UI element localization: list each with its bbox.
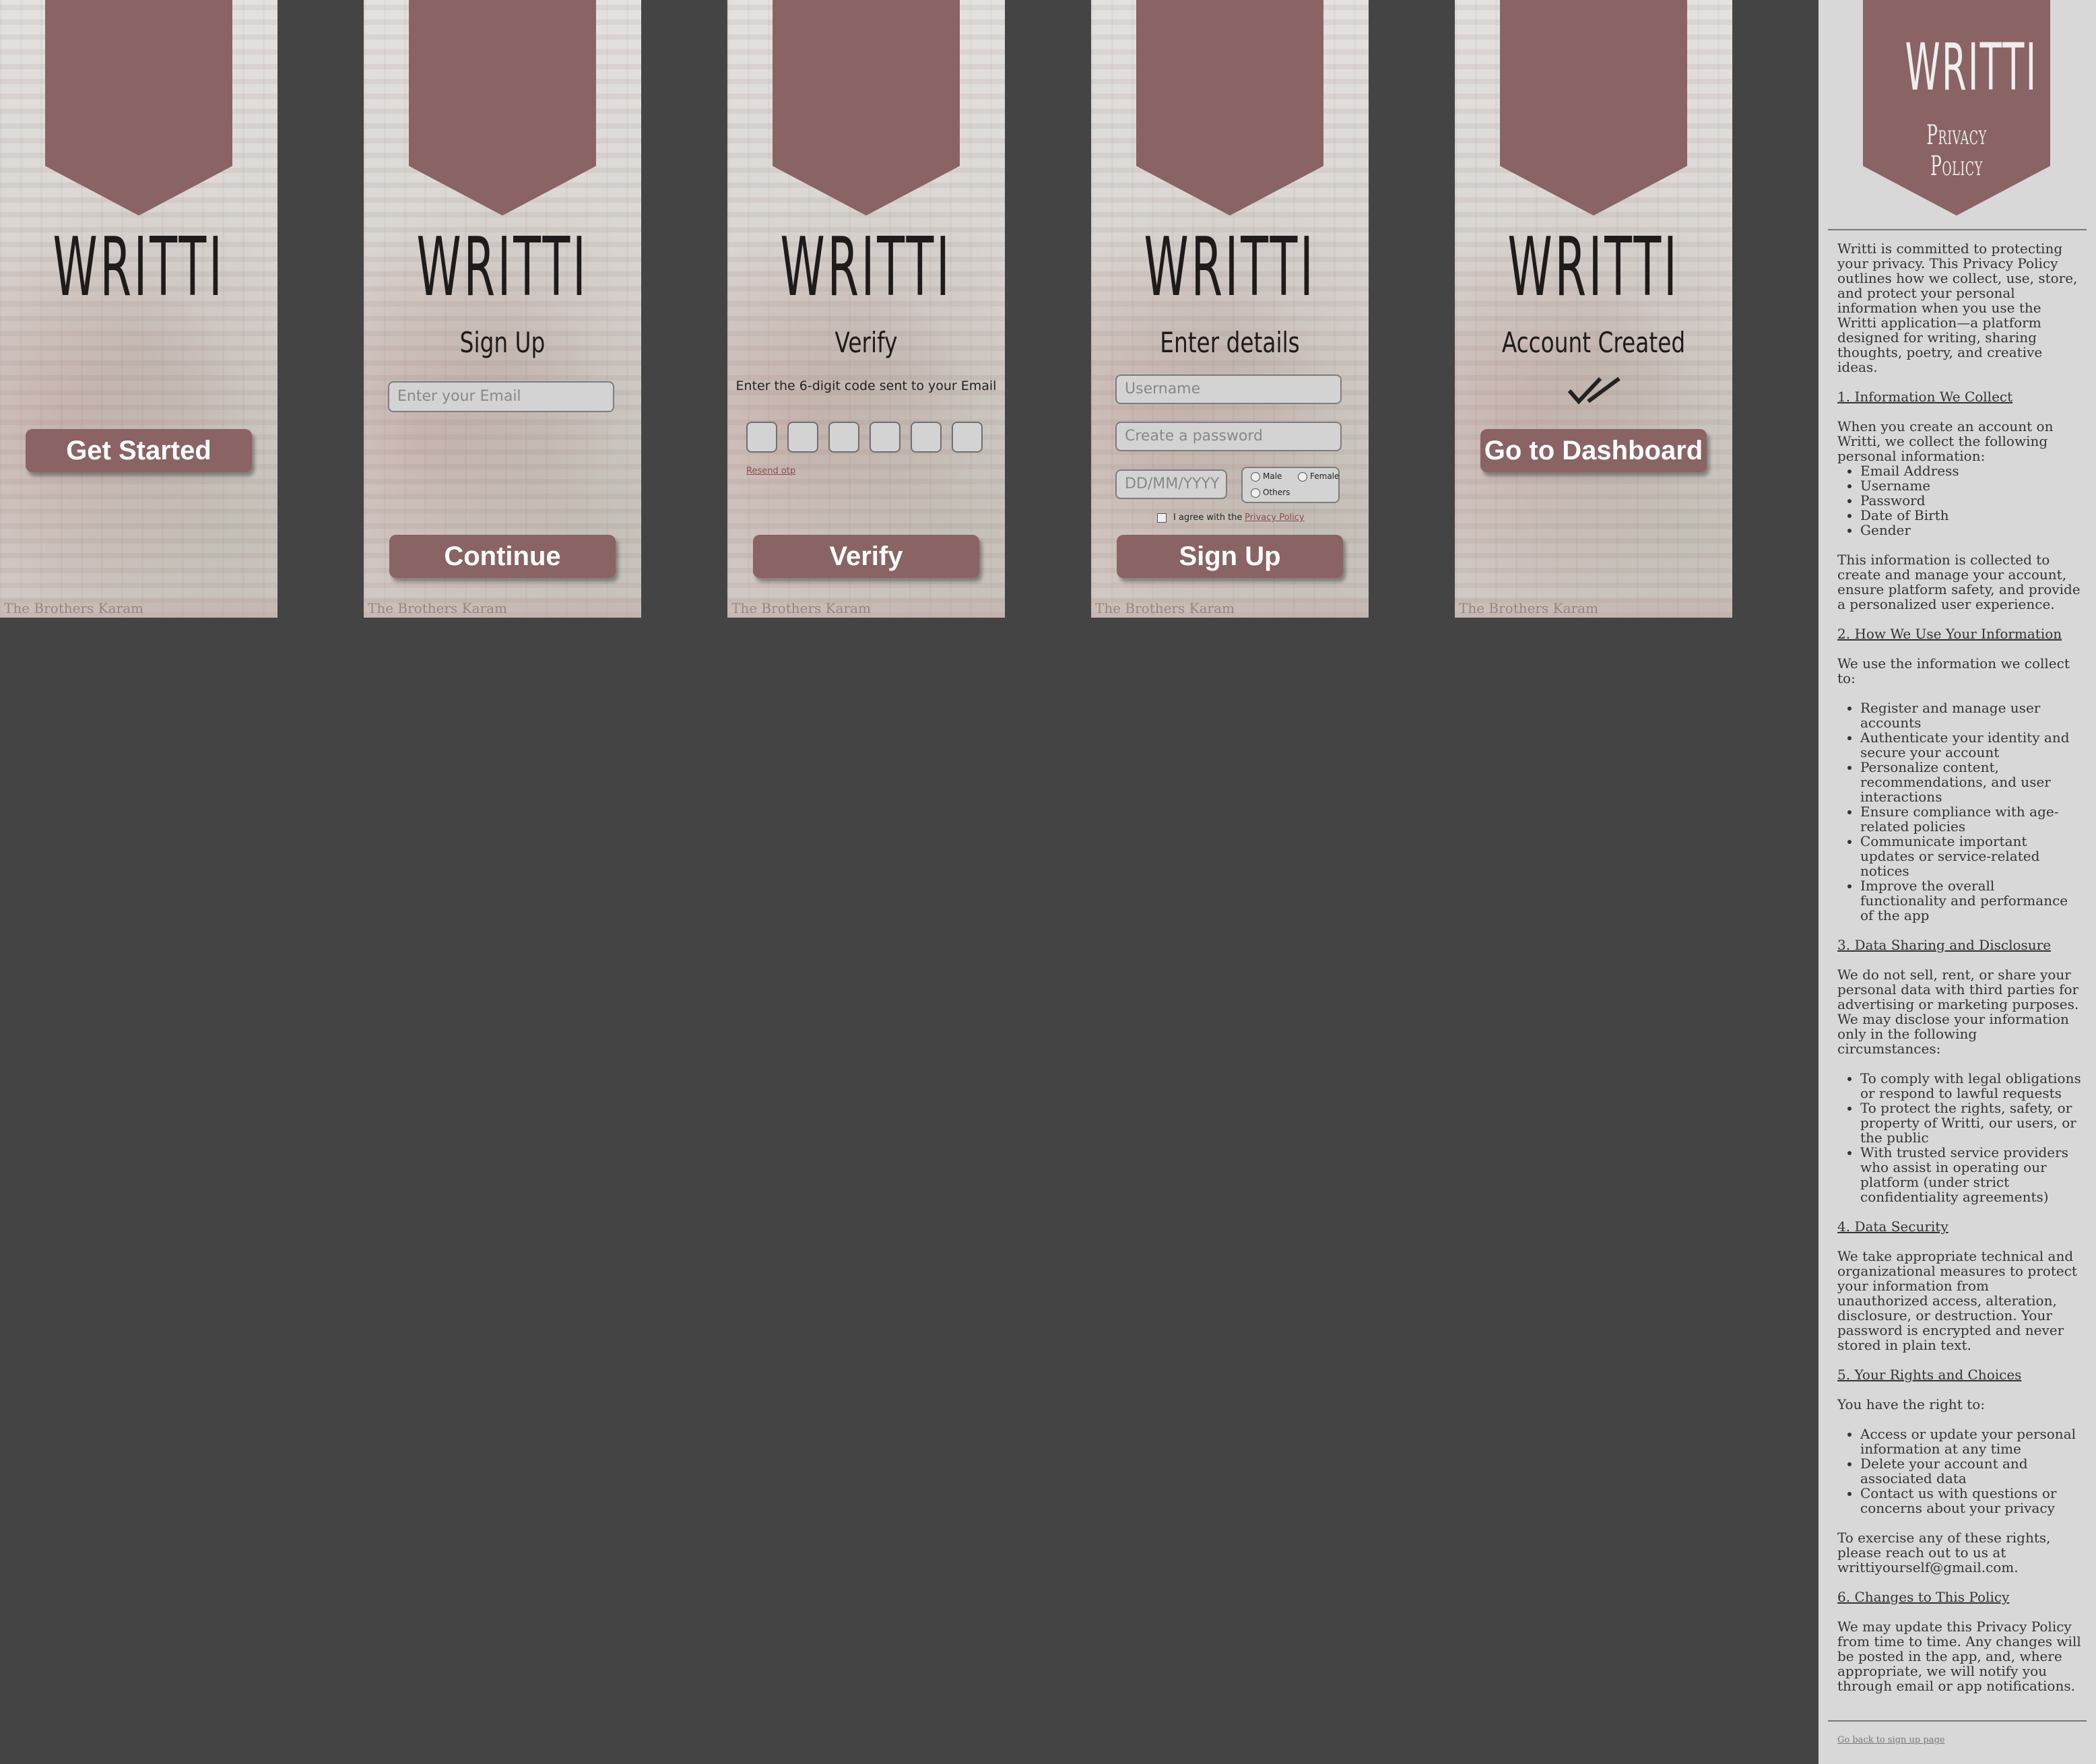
resend-otp-link[interactable]: Resend otp [746,466,795,476]
divider-top [1828,229,2087,230]
otp-digit-6[interactable] [952,422,983,453]
app-logo: WRITTI [1144,221,1316,315]
page-title: Verify [834,326,898,359]
section-text: We take appropriate technical and organi… [1837,1248,2077,1353]
list-item: Improve the overall functionality and pe… [1860,878,2081,923]
email-input[interactable]: Enter your Email [388,381,614,412]
radio-others[interactable] [1251,488,1260,498]
privacy-subtitle: Privacy Policy [1926,120,1987,182]
list-item: Date of Birth [1860,508,2081,523]
privacy-content: Writti is committed to protecting your p… [1837,241,2081,1708]
page-title: Account Created [1501,326,1686,359]
otp-digit-2[interactable] [787,422,818,453]
app-logo: WRITTI [416,221,589,315]
list-item: Contact us with questions or concerns ab… [1860,1486,2081,1515]
account-created-screen: The Brothers Karam WRITTI Account Create… [1455,0,1732,618]
section-heading: 5. Your Rights and Choices [1837,1367,2022,1383]
list-item: To protect the rights, safety, or proper… [1860,1101,2081,1145]
signup-screen: The Brothers Karam WRITTI Sign Up Enter … [364,0,641,618]
sharing-list: To comply with legal obligations or resp… [1837,1071,2081,1204]
list-item: Communicate important updates or service… [1860,834,2081,878]
rights-list: Access or update your personal informati… [1837,1427,2081,1515]
radio-female[interactable] [1298,472,1307,482]
gender-selector: Male Female Others [1241,467,1340,503]
password-input[interactable]: Create a password [1115,422,1342,451]
background-caption: The Brothers Karam [1091,599,1369,618]
background-caption: The Brothers Karam [0,599,277,618]
agree-checkbox[interactable] [1157,513,1167,523]
list-item: Username [1860,478,2081,493]
verify-button[interactable]: Verify [753,535,979,578]
app-logo: WRITTI [780,221,952,315]
list-item: Password [1860,493,2081,508]
username-input[interactable]: Username [1115,374,1342,404]
details-screen: The Brothers Karam WRITTI Enter details … [1091,0,1369,618]
section-heading: 4. Data Security [1837,1218,1948,1235]
list-item: With trusted service providers who assis… [1860,1145,2081,1204]
agree-text: I agree with the [1173,513,1243,523]
otp-digit-3[interactable] [828,422,859,453]
otp-digit-1[interactable] [746,422,777,453]
page-title: Enter details [1160,326,1300,359]
background-caption: The Brothers Karam [364,599,641,618]
radio-male-label: Male [1263,471,1282,481]
double-check-icon [1567,377,1620,405]
background-caption: The Brothers Karam [727,599,1005,618]
list-item: Personalize content, recommendations, an… [1860,760,2081,804]
list-item: Delete your account and associated data [1860,1456,2081,1486]
section-text: This information is collected to create … [1837,552,2081,612]
otp-instruction: Enter the 6-digit code sent to your Emai… [735,379,997,393]
list-item: Authenticate your identity and secure yo… [1860,730,2081,760]
sign-up-button[interactable]: Sign Up [1117,535,1343,578]
continue-button[interactable]: Continue [389,535,616,578]
intro-text: Writti is committed to protecting your p… [1837,240,2078,375]
privacy-logo: WRITTI [1905,30,2038,105]
radio-others-label: Others [1263,488,1290,497]
list-item: Access or update your personal informati… [1860,1427,2081,1456]
privacy-policy-panel: WRITTI Privacy Policy Writti is committe… [1819,0,2096,1764]
list-item: Gender [1860,523,2081,537]
use-list: Register and manage user accounts Authen… [1837,700,2081,923]
app-logo: WRITTI [53,221,225,315]
section-heading: 1. Information We Collect [1837,389,2013,405]
verify-screen: The Brothers Karam WRITTI Verify Enter t… [727,0,1005,618]
section-heading: 3. Data Sharing and Disclosure [1837,937,2052,953]
list-item: Email Address [1860,463,2081,478]
welcome-screen: The Brothers Karam WRITTI Get Started [0,0,277,618]
go-to-dashboard-button[interactable]: Go to Dashboard [1480,429,1707,472]
section-text: We use the information we collect to: [1837,655,2070,686]
section-text: We do not sell, rent, or share your pers… [1837,967,2079,1057]
list-item: To comply with legal obligations or resp… [1860,1071,2081,1101]
privacy-policy-link[interactable]: Privacy Policy [1245,513,1305,523]
otp-digit-5[interactable] [911,422,942,453]
go-back-link[interactable]: Go back to sign up page [1837,1735,1944,1745]
get-started-button[interactable]: Get Started [26,429,252,472]
divider-bottom [1828,1720,2087,1722]
section-heading: 6. Changes to This Policy [1837,1589,2010,1605]
dob-input[interactable]: DD/MM/YYYY [1115,469,1227,499]
section-heading: 2. How We Use Your Information [1837,626,2062,642]
otp-digit-4[interactable] [870,422,900,453]
background-caption: The Brothers Karam [1455,599,1732,618]
radio-female-label: Female [1310,471,1340,481]
page-title: Sign Up [459,326,546,359]
list-item: Register and manage user accounts [1860,700,2081,730]
section-text: When you create an account on Writti, we… [1837,418,2054,464]
info-list: Email Address Username Password Date of … [1837,463,2081,537]
radio-male[interactable] [1251,472,1260,482]
list-item: Ensure compliance with age-related polic… [1860,804,2081,834]
app-logo: WRITTI [1507,221,1680,315]
section-text: You have the right to: [1837,1396,1986,1412]
section-text: We may update this Privacy Policy from t… [1837,1619,2081,1694]
section-text: To exercise any of these rights, please … [1837,1530,2051,1575]
